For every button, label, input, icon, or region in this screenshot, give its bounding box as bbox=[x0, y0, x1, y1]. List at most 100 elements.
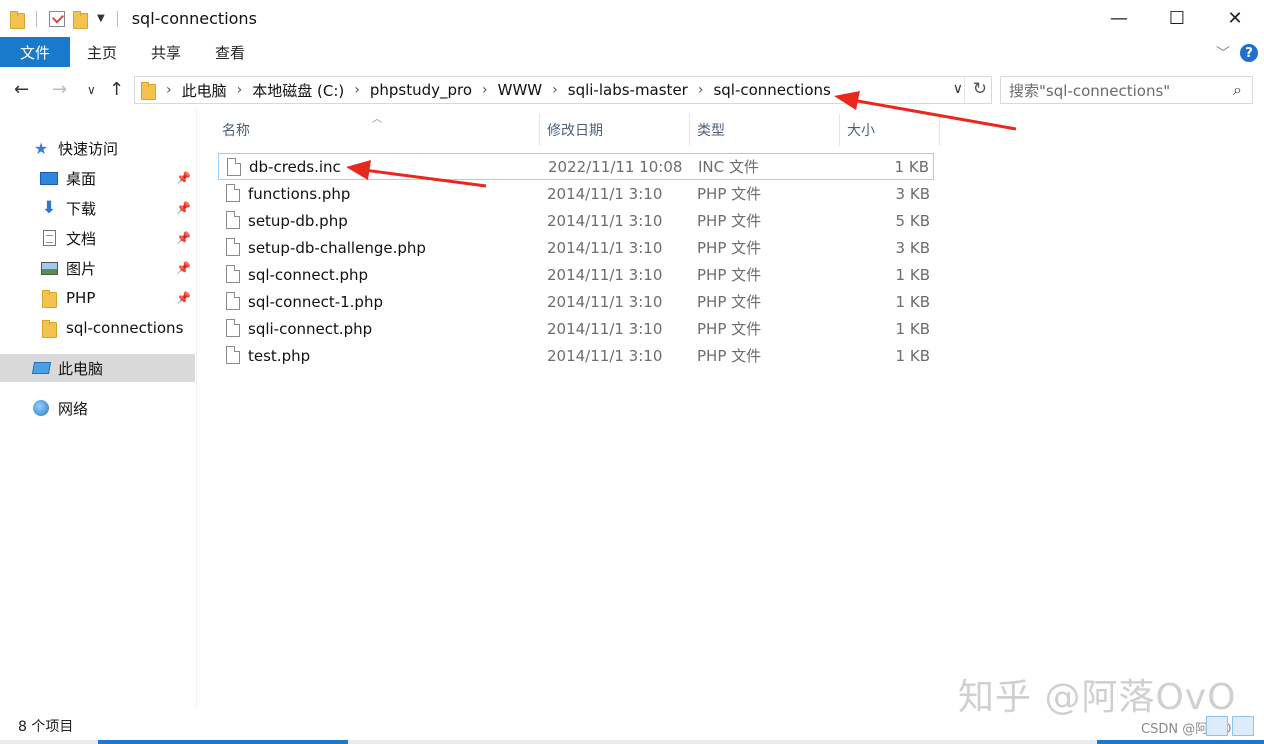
breadcrumb-local-disk[interactable]: 本地磁盘 (C:) bbox=[247, 80, 349, 101]
tab-home[interactable]: 主页 bbox=[70, 37, 134, 67]
pin-icon[interactable]: 📌 bbox=[176, 291, 191, 305]
new-folder-icon[interactable] bbox=[73, 10, 88, 29]
expand-ribbon-chevron-icon[interactable]: ﹀ bbox=[1216, 43, 1230, 63]
tab-view[interactable]: 查看 bbox=[198, 37, 262, 67]
sidebar-item-pictures[interactable]: 图片 📌 bbox=[0, 254, 195, 282]
breadcrumb-separator[interactable]: › bbox=[693, 82, 709, 98]
file-name: test.php bbox=[248, 346, 311, 365]
pin-icon[interactable]: 📌 bbox=[176, 231, 191, 245]
column-header-name[interactable]: 名称 bbox=[214, 114, 539, 146]
file-date: 2014/11/1 3:10 bbox=[547, 265, 663, 284]
folder-icon[interactable] bbox=[10, 10, 25, 29]
search-input[interactable]: 搜索"sql-connections" ⌕ bbox=[1000, 76, 1253, 104]
close-button[interactable]: ✕ bbox=[1206, 0, 1264, 37]
navigation-bar: ← → ∨ ↑ › 此电脑 › 本地磁盘 (C:) › phpstudy_pro… bbox=[0, 72, 1264, 108]
file-date: 2014/11/1 3:10 bbox=[547, 184, 663, 203]
file-type: PHP 文件 bbox=[697, 212, 762, 230]
file-row[interactable]: sql-connect.php 2014/11/1 3:10 PHP 文件 1 … bbox=[218, 261, 934, 288]
file-date: 2014/11/1 3:10 bbox=[547, 292, 663, 311]
title-bar: ▼ sql-connections — ☐ ✕ bbox=[0, 0, 1264, 37]
address-divider bbox=[964, 77, 965, 103]
maximize-button[interactable]: ☐ bbox=[1148, 0, 1206, 37]
status-bar: 8 个项目 bbox=[0, 712, 1264, 740]
file-name: setup-db-challenge.php bbox=[248, 238, 426, 257]
back-arrow-icon[interactable]: ← bbox=[14, 79, 29, 100]
properties-icon[interactable] bbox=[49, 10, 65, 27]
sidebar-item-label: 下载 bbox=[66, 199, 97, 218]
view-switcher bbox=[1206, 716, 1254, 736]
details-view-icon[interactable] bbox=[1206, 716, 1228, 736]
file-type: PHP 文件 bbox=[697, 320, 762, 338]
file-icon bbox=[226, 265, 240, 283]
column-header-size[interactable]: 大小 bbox=[839, 114, 939, 146]
column-divider[interactable] bbox=[939, 114, 940, 146]
breadcrumb-sqli-labs-master[interactable]: sqli-labs-master bbox=[563, 81, 693, 99]
search-placeholder: 搜索"sql-connections" bbox=[1009, 81, 1171, 100]
file-icon bbox=[226, 346, 240, 364]
help-icon[interactable]: ? bbox=[1240, 44, 1258, 62]
breadcrumb-sql-connections[interactable]: sql-connections bbox=[708, 81, 835, 99]
file-row[interactable]: sqli-connect.php 2014/11/1 3:10 PHP 文件 1… bbox=[218, 315, 934, 342]
file-row[interactable]: setup-db.php 2014/11/1 3:10 PHP 文件 5 KB bbox=[218, 207, 934, 234]
sidebar-item-this-pc[interactable]: 此电脑 bbox=[0, 354, 195, 382]
search-icon[interactable]: ⌕ bbox=[1233, 80, 1242, 100]
file-date: 2014/11/1 3:10 bbox=[547, 319, 663, 338]
file-size: 1 KB bbox=[894, 157, 929, 176]
breadcrumb-separator[interactable]: › bbox=[232, 82, 248, 98]
sidebar-item-label: 快速访问 bbox=[58, 139, 119, 158]
sidebar-item-label: 网络 bbox=[58, 399, 89, 418]
pin-icon[interactable]: 📌 bbox=[176, 171, 191, 185]
sidebar-item-desktop[interactable]: 桌面 📌 bbox=[0, 164, 195, 192]
sidebar-item-quick-access[interactable]: ★ 快速访问 bbox=[0, 134, 195, 162]
file-type: PHP 文件 bbox=[697, 266, 762, 284]
forward-arrow-icon[interactable]: → bbox=[52, 79, 67, 100]
address-bar[interactable]: › 此电脑 › 本地磁盘 (C:) › phpstudy_pro › WWW ›… bbox=[134, 76, 992, 104]
breadcrumb-phpstudy-pro[interactable]: phpstudy_pro bbox=[365, 81, 477, 99]
tab-share[interactable]: 共享 bbox=[134, 37, 198, 67]
file-name: db-creds.inc bbox=[249, 157, 341, 176]
sidebar-item-label: sql-connections bbox=[66, 319, 184, 337]
breadcrumb-www[interactable]: WWW bbox=[493, 81, 548, 99]
toolbar-divider bbox=[36, 10, 37, 27]
sidebar-item-downloads[interactable]: ⬇ 下载 📌 bbox=[0, 194, 195, 222]
tab-file[interactable]: 文件 bbox=[0, 37, 70, 67]
customize-toolbar-caret-icon[interactable]: ▼ bbox=[97, 13, 105, 24]
recent-locations-chevron-icon[interactable]: ∨ bbox=[87, 83, 96, 97]
file-date: 2014/11/1 3:10 bbox=[547, 211, 663, 230]
sidebar-item-sql-connections[interactable]: sql-connections bbox=[0, 314, 195, 342]
file-row[interactable]: db-creds.inc 2022/11/11 10:08 INC 文件 1 K… bbox=[218, 153, 934, 180]
large-icons-view-icon[interactable] bbox=[1232, 716, 1254, 736]
up-arrow-icon[interactable]: ↑ bbox=[109, 79, 124, 100]
file-icon bbox=[226, 238, 240, 256]
file-size: 5 KB bbox=[895, 211, 930, 230]
file-icon bbox=[226, 292, 240, 310]
refresh-icon[interactable]: ↻ bbox=[973, 79, 987, 99]
breadcrumb-separator[interactable]: › bbox=[547, 82, 563, 98]
file-type: INC 文件 bbox=[698, 158, 759, 176]
file-row[interactable]: functions.php 2014/11/1 3:10 PHP 文件 3 KB bbox=[218, 180, 934, 207]
sidebar-item-network[interactable]: 网络 bbox=[0, 394, 195, 422]
breadcrumb-separator[interactable]: › bbox=[477, 82, 493, 98]
file-size: 1 KB bbox=[895, 319, 930, 338]
file-row[interactable]: sql-connect-1.php 2014/11/1 3:10 PHP 文件 … bbox=[218, 288, 934, 315]
this-pc-icon bbox=[31, 360, 51, 376]
column-header-type[interactable]: 类型 bbox=[689, 114, 839, 146]
item-count: 8 个项目 bbox=[18, 719, 74, 735]
file-name: functions.php bbox=[248, 184, 351, 203]
sidebar-item-php[interactable]: PHP 📌 bbox=[0, 284, 195, 312]
sidebar-item-label: PHP bbox=[66, 289, 96, 307]
pin-icon[interactable]: 📌 bbox=[176, 261, 191, 275]
address-history-chevron-icon[interactable]: ∨ bbox=[953, 81, 963, 97]
column-header-date[interactable]: 修改日期 bbox=[539, 114, 689, 146]
documents-icon bbox=[40, 230, 58, 246]
file-row[interactable]: test.php 2014/11/1 3:10 PHP 文件 1 KB bbox=[218, 342, 934, 369]
file-row[interactable]: setup-db-challenge.php 2014/11/1 3:10 PH… bbox=[218, 234, 934, 261]
download-icon: ⬇ bbox=[41, 198, 57, 218]
minimize-button[interactable]: — bbox=[1090, 0, 1148, 37]
folder-icon bbox=[40, 290, 58, 308]
window-title: sql-connections bbox=[131, 9, 257, 28]
pin-icon[interactable]: 📌 bbox=[176, 201, 191, 215]
breadcrumb-separator[interactable]: › bbox=[349, 82, 365, 98]
sidebar-item-documents[interactable]: 文档 📌 bbox=[0, 224, 195, 252]
breadcrumb-this-pc[interactable]: 此电脑 bbox=[177, 80, 232, 101]
